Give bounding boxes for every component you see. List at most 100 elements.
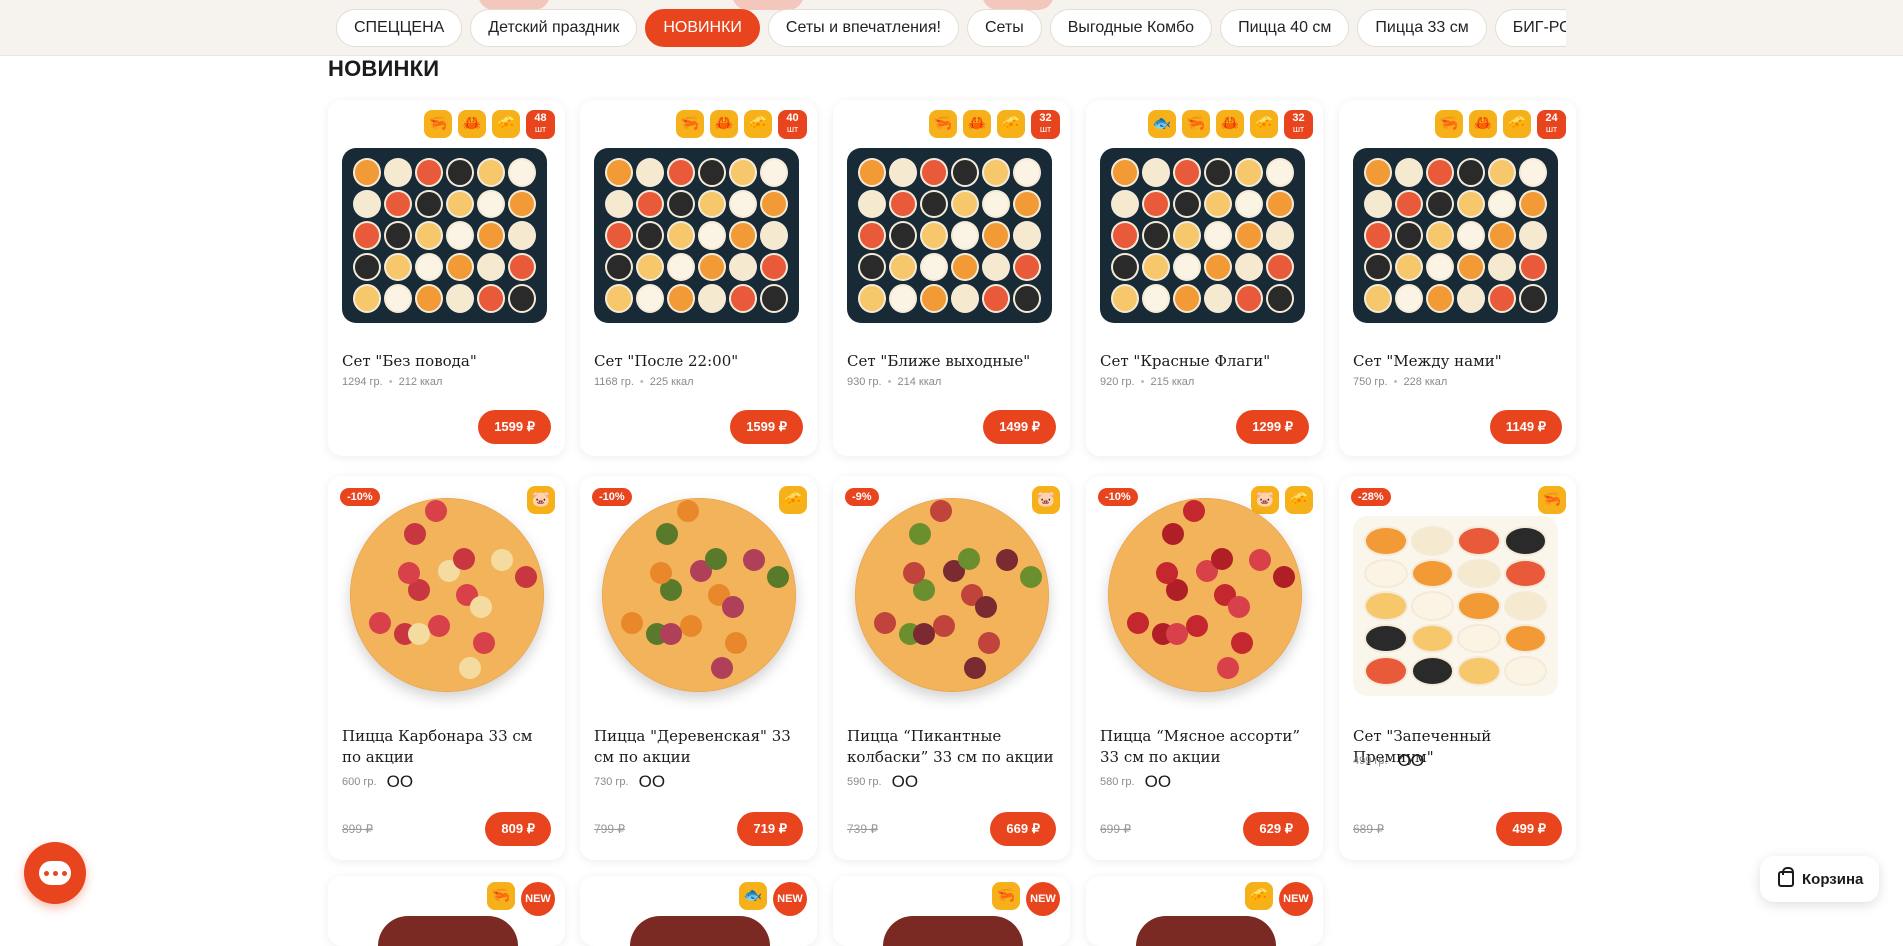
roll-piece: [1410, 623, 1454, 654]
category-tab[interactable]: Пицца 40 см: [1220, 9, 1350, 47]
badge-row: 🦐 🦀 🧀 24 шт: [1435, 110, 1566, 139]
product-card[interactable]: 🐟 NEW: [580, 876, 817, 946]
product-card[interactable]: -28% 🦐 Сет "Запеченный Премиум" 499 гр. OO 68…: [1339, 476, 1576, 860]
roll-piece: [636, 252, 664, 282]
product-card[interactable]: -9% 🐷 Пицца “Пикантные колбаски” 33 см по …: [833, 476, 1070, 860]
topping: [1231, 632, 1254, 655]
category-tab[interactable]: НОВИНКИ: [645, 9, 760, 47]
weight: 590 гр.: [847, 776, 882, 788]
roll-piece: [1173, 252, 1201, 282]
badge-row: 🐷 🧀: [1251, 486, 1313, 514]
product-card[interactable]: 🦐 🦀 🧀 32 шт Сет "Ближе выходные" 930 гр. • 214 к…: [833, 100, 1070, 456]
roll-piece: [1457, 623, 1501, 654]
set-photo: [1100, 148, 1305, 323]
product-photo: [883, 916, 1023, 946]
category-tab[interactable]: Детский праздник: [470, 9, 638, 47]
badge-row: 🦐 NEW: [992, 882, 1060, 916]
roll-piece: [508, 189, 536, 219]
badge-row: 🦐 🦀 🧀 48 шт: [424, 110, 555, 139]
price-button[interactable]: 629 ₽: [1243, 812, 1309, 846]
product-card[interactable]: 🧀 NEW: [1086, 876, 1323, 946]
unrendered-glyph: OO: [891, 772, 919, 791]
roll-piece: [636, 221, 664, 250]
fish-icon: 🐟: [739, 882, 767, 910]
topping: [1162, 522, 1185, 545]
badge-row: 🦐 🦀 🧀 40 шт: [676, 110, 807, 139]
price-button[interactable]: 719 ₽: [737, 812, 803, 846]
roll-piece: [1364, 158, 1392, 187]
badge-row: 🧀: [779, 486, 807, 514]
new-badge: NEW: [1279, 882, 1313, 916]
roll-piece: [760, 284, 788, 313]
category-tab[interactable]: Сеты: [966, 9, 1042, 47]
chat-button[interactable]: [24, 842, 86, 904]
topping: [957, 547, 980, 570]
roll-piece: [384, 158, 412, 187]
roll-piece: [353, 284, 381, 313]
product-card[interactable]: 🦐 NEW: [328, 876, 565, 946]
calories: 212 ккал: [398, 376, 443, 388]
product-name[interactable]: Сет "Без повода": [342, 351, 554, 372]
roll-piece: [1364, 558, 1408, 589]
unrendered-glyph: OO: [1397, 751, 1425, 770]
price-button[interactable]: 1599 ₽: [730, 410, 803, 444]
roll-piece: [605, 221, 633, 250]
product-card[interactable]: -10% 🐷 🧀 Пицца “Мясное ассорти” 33 см по ак…: [1086, 476, 1323, 860]
discount-badge: -10%: [592, 488, 632, 506]
roll-piece: [951, 221, 979, 250]
roll-piece: [1173, 189, 1201, 219]
roll-piece: [353, 252, 381, 282]
new-badge: NEW: [521, 882, 555, 916]
topping: [909, 522, 932, 545]
category-tab[interactable]: Выгодные Комбо: [1049, 9, 1213, 47]
topping: [660, 623, 683, 646]
category-tab[interactable]: СПЕЦЦЕНА: [336, 9, 463, 47]
category-tab[interactable]: Пицца 33 см: [1357, 9, 1487, 47]
price-button[interactable]: 809 ₽: [485, 812, 551, 846]
piece-unit: шт: [1292, 124, 1305, 134]
shrimp-icon: 🦐: [1182, 110, 1210, 138]
topping: [408, 623, 431, 646]
product-name[interactable]: Сет "Ближе выходные": [847, 351, 1059, 372]
cheese-icon: 🧀: [1285, 486, 1313, 514]
price-button[interactable]: 1299 ₽: [1236, 410, 1309, 444]
price-button[interactable]: 669 ₽: [990, 812, 1056, 846]
roll-piece: [1266, 158, 1294, 187]
category-tab[interactable]: Сеты и впечатления!: [767, 9, 959, 47]
product-name[interactable]: Пицца “Пикантные колбаски” 33 см по акци…: [847, 726, 1059, 768]
category-tab[interactable]: БИГ-РОЛЛЫ: [1494, 9, 1566, 47]
roll-piece: [1266, 252, 1294, 282]
product-name[interactable]: Пицца "Деревенская" 33 см по акции: [594, 726, 806, 768]
price-button[interactable]: 1149 ₽: [1489, 410, 1562, 444]
weight: 930 гр.: [847, 376, 882, 388]
discount-badge: -10%: [1098, 488, 1138, 506]
cheese-icon: 🧀: [997, 110, 1025, 138]
product-card[interactable]: 🦐 🦀 🧀 24 шт Сет "Между нами" 750 гр. • 228 ккал 1…: [1339, 100, 1576, 456]
crab-icon: 🦀: [1469, 110, 1497, 138]
product-card[interactable]: -10% 🐷 Пицца Карбонара 33 см по акции 600 г…: [328, 476, 565, 860]
roll-piece: [667, 252, 695, 282]
product-name[interactable]: Сет "Красные Флаги": [1100, 351, 1312, 372]
cart-button[interactable]: Корзина: [1760, 856, 1879, 902]
price-button[interactable]: 1599 ₽: [478, 410, 551, 444]
product-card[interactable]: 🦐 NEW: [833, 876, 1070, 946]
roll-piece: [1364, 221, 1392, 250]
product-name[interactable]: Сет "После 22:00": [594, 351, 806, 372]
new-badge: NEW: [1026, 882, 1060, 916]
product-card[interactable]: 🦐 🦀 🧀 48 шт Сет "Без повода" 1294 гр. • 212 ккал…: [328, 100, 565, 456]
product-card[interactable]: 🦐 🦀 🧀 40 шт Сет "После 22:00" 1168 гр. • 225 кка…: [580, 100, 817, 456]
roll-piece: [1395, 158, 1423, 187]
product-name[interactable]: Сет "Между нами": [1353, 351, 1565, 372]
price-button[interactable]: 1499 ₽: [983, 410, 1056, 444]
product-card[interactable]: 🐟 🦐 🦀 🧀 32 шт Сет "Красные Флаги" 920 гр. • 215 к…: [1086, 100, 1323, 456]
topping: [873, 611, 896, 634]
product-name[interactable]: Пицца “Мясное ассорти” 33 см по акции: [1100, 726, 1312, 768]
topping: [721, 596, 744, 619]
product-card[interactable]: -10% 🧀 Пицца "Деревенская" 33 см по акции 7…: [580, 476, 817, 860]
roll-piece: [667, 158, 695, 187]
calories: 214 ккал: [897, 376, 942, 388]
price-button[interactable]: 499 ₽: [1496, 812, 1562, 846]
fish-icon: 🐟: [1148, 110, 1176, 138]
roll-piece: [477, 189, 505, 219]
product-name[interactable]: Пицца Карбонара 33 см по акции: [342, 726, 554, 768]
